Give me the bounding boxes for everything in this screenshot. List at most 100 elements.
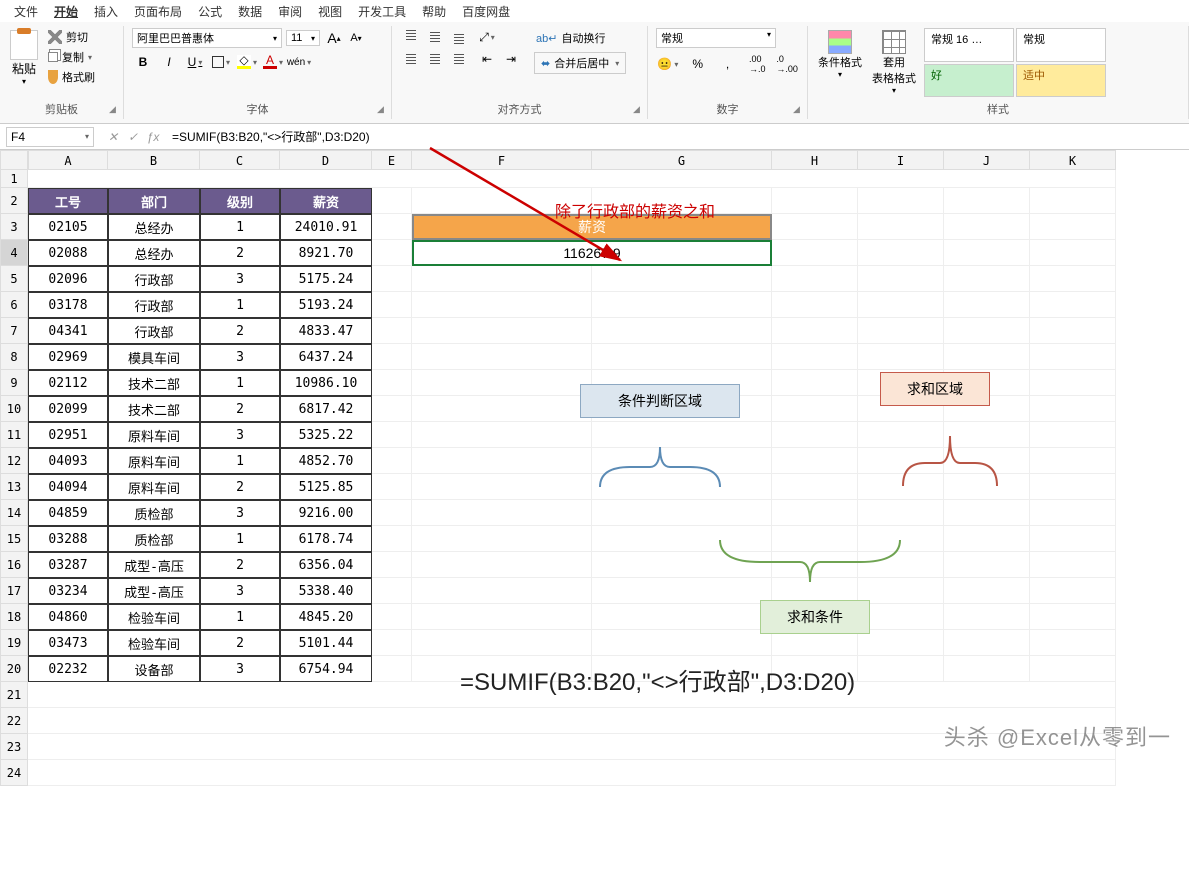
table-cell[interactable]: 6437.24 bbox=[280, 344, 372, 370]
table-cell[interactable]: 行政部 bbox=[108, 266, 200, 292]
cell[interactable] bbox=[412, 318, 592, 344]
cell[interactable] bbox=[592, 448, 772, 474]
table-cell[interactable]: 02969 bbox=[28, 344, 108, 370]
table-cell[interactable]: 1 bbox=[200, 370, 280, 396]
row-header-1[interactable]: 1 bbox=[0, 170, 28, 188]
table-cell[interactable]: 04859 bbox=[28, 500, 108, 526]
format-as-table-button[interactable]: 套用 表格格式▾ bbox=[870, 28, 918, 97]
row-header-3[interactable]: 3 bbox=[0, 214, 28, 240]
table-cell[interactable]: 总经办 bbox=[108, 240, 200, 266]
col-header-C[interactable]: C bbox=[200, 150, 280, 170]
table-cell[interactable]: 5175.24 bbox=[280, 266, 372, 292]
table-cell[interactable]: 02232 bbox=[28, 656, 108, 682]
menu-插入[interactable]: 插入 bbox=[86, 1, 126, 22]
table-cell[interactable]: 1 bbox=[200, 526, 280, 552]
table-cell[interactable]: 3 bbox=[200, 656, 280, 682]
font-color-button[interactable]: A bbox=[262, 52, 284, 72]
col-header-H[interactable]: H bbox=[772, 150, 858, 170]
cell[interactable] bbox=[1030, 396, 1116, 422]
cell[interactable] bbox=[1030, 370, 1116, 396]
cell[interactable] bbox=[858, 552, 944, 578]
table-cell[interactable]: 02951 bbox=[28, 422, 108, 448]
cell[interactable] bbox=[1030, 578, 1116, 604]
cell[interactable] bbox=[1030, 604, 1116, 630]
menu-开发工具[interactable]: 开发工具 bbox=[350, 1, 414, 22]
table-cell[interactable]: 行政部 bbox=[108, 292, 200, 318]
cell[interactable] bbox=[1030, 266, 1116, 292]
formula-bar-input[interactable]: =SUMIF(B3:B20,"<>行政部",D3:D20) bbox=[166, 126, 1189, 147]
table-cell[interactable]: 总经办 bbox=[108, 214, 200, 240]
cell[interactable] bbox=[412, 630, 592, 656]
cell[interactable] bbox=[858, 422, 944, 448]
cell[interactable] bbox=[858, 188, 944, 214]
cell[interactable] bbox=[372, 318, 412, 344]
table-cell[interactable]: 2 bbox=[200, 318, 280, 344]
menu-百度网盘[interactable]: 百度网盘 bbox=[454, 1, 518, 22]
cell[interactable] bbox=[944, 344, 1030, 370]
cell[interactable] bbox=[28, 170, 1116, 188]
cell[interactable] bbox=[858, 578, 944, 604]
cell[interactable] bbox=[372, 396, 412, 422]
cell-style-neutral[interactable]: 适中 bbox=[1016, 64, 1106, 98]
select-all-corner[interactable] bbox=[0, 150, 28, 170]
cell[interactable] bbox=[372, 188, 412, 214]
cell[interactable] bbox=[372, 422, 412, 448]
col-header-K[interactable]: K bbox=[1030, 150, 1116, 170]
cell[interactable] bbox=[412, 344, 592, 370]
cell[interactable] bbox=[858, 656, 944, 682]
cell[interactable] bbox=[944, 526, 1030, 552]
cell[interactable] bbox=[944, 266, 1030, 292]
row-header-6[interactable]: 6 bbox=[0, 292, 28, 318]
phonetic-button[interactable]: wén bbox=[288, 52, 310, 72]
table-cell[interactable]: 04093 bbox=[28, 448, 108, 474]
cell[interactable] bbox=[372, 370, 412, 396]
cell[interactable] bbox=[1030, 656, 1116, 682]
table-cell[interactable]: 03178 bbox=[28, 292, 108, 318]
col-header-I[interactable]: I bbox=[858, 150, 944, 170]
cell[interactable] bbox=[858, 630, 944, 656]
cell[interactable] bbox=[772, 344, 858, 370]
cell[interactable] bbox=[944, 656, 1030, 682]
cell[interactable] bbox=[412, 526, 592, 552]
cell[interactable] bbox=[592, 552, 772, 578]
table-header[interactable]: 工号 bbox=[28, 188, 108, 214]
table-cell[interactable]: 2 bbox=[200, 474, 280, 500]
cell[interactable] bbox=[412, 266, 592, 292]
col-header-F[interactable]: F bbox=[412, 150, 592, 170]
cell[interactable] bbox=[412, 552, 592, 578]
cell[interactable] bbox=[772, 188, 858, 214]
cell[interactable] bbox=[772, 396, 858, 422]
cell[interactable] bbox=[592, 318, 772, 344]
col-header-A[interactable]: A bbox=[28, 150, 108, 170]
font-launcher[interactable]: ◢ bbox=[377, 104, 389, 116]
table-header[interactable]: 部门 bbox=[108, 188, 200, 214]
cell[interactable] bbox=[592, 604, 772, 630]
cell[interactable] bbox=[772, 318, 858, 344]
align-launcher[interactable]: ◢ bbox=[633, 104, 645, 116]
cell[interactable] bbox=[944, 448, 1030, 474]
merge-center-button[interactable]: ⬌合并后居中 bbox=[534, 52, 626, 74]
cell[interactable] bbox=[372, 656, 412, 682]
format-painter-button[interactable]: 格式刷 bbox=[46, 68, 97, 86]
cut-button[interactable]: 剪切 bbox=[46, 28, 97, 46]
cell[interactable] bbox=[372, 500, 412, 526]
menu-帮助[interactable]: 帮助 bbox=[414, 1, 454, 22]
wrap-text-button[interactable]: ab↵自动换行 bbox=[534, 28, 626, 48]
table-cell[interactable]: 3 bbox=[200, 266, 280, 292]
align-left-button[interactable] bbox=[400, 50, 422, 68]
table-cell[interactable]: 6356.04 bbox=[280, 552, 372, 578]
table-cell[interactable]: 检验车间 bbox=[108, 604, 200, 630]
cell[interactable] bbox=[858, 474, 944, 500]
row-header-18[interactable]: 18 bbox=[0, 604, 28, 630]
italic-button[interactable]: I bbox=[158, 52, 180, 72]
cell[interactable] bbox=[592, 526, 772, 552]
menu-开始[interactable]: 开始 bbox=[46, 1, 86, 22]
table-header[interactable]: 级别 bbox=[200, 188, 280, 214]
row-header-4[interactable]: 4 bbox=[0, 240, 28, 266]
number-format-select[interactable]: 常规▾ bbox=[656, 28, 776, 48]
cell[interactable] bbox=[858, 240, 944, 266]
table-cell[interactable]: 质检部 bbox=[108, 526, 200, 552]
row-header-16[interactable]: 16 bbox=[0, 552, 28, 578]
table-cell[interactable]: 24010.91 bbox=[280, 214, 372, 240]
decrease-decimal-button[interactable]: .0→.00 bbox=[775, 54, 799, 74]
